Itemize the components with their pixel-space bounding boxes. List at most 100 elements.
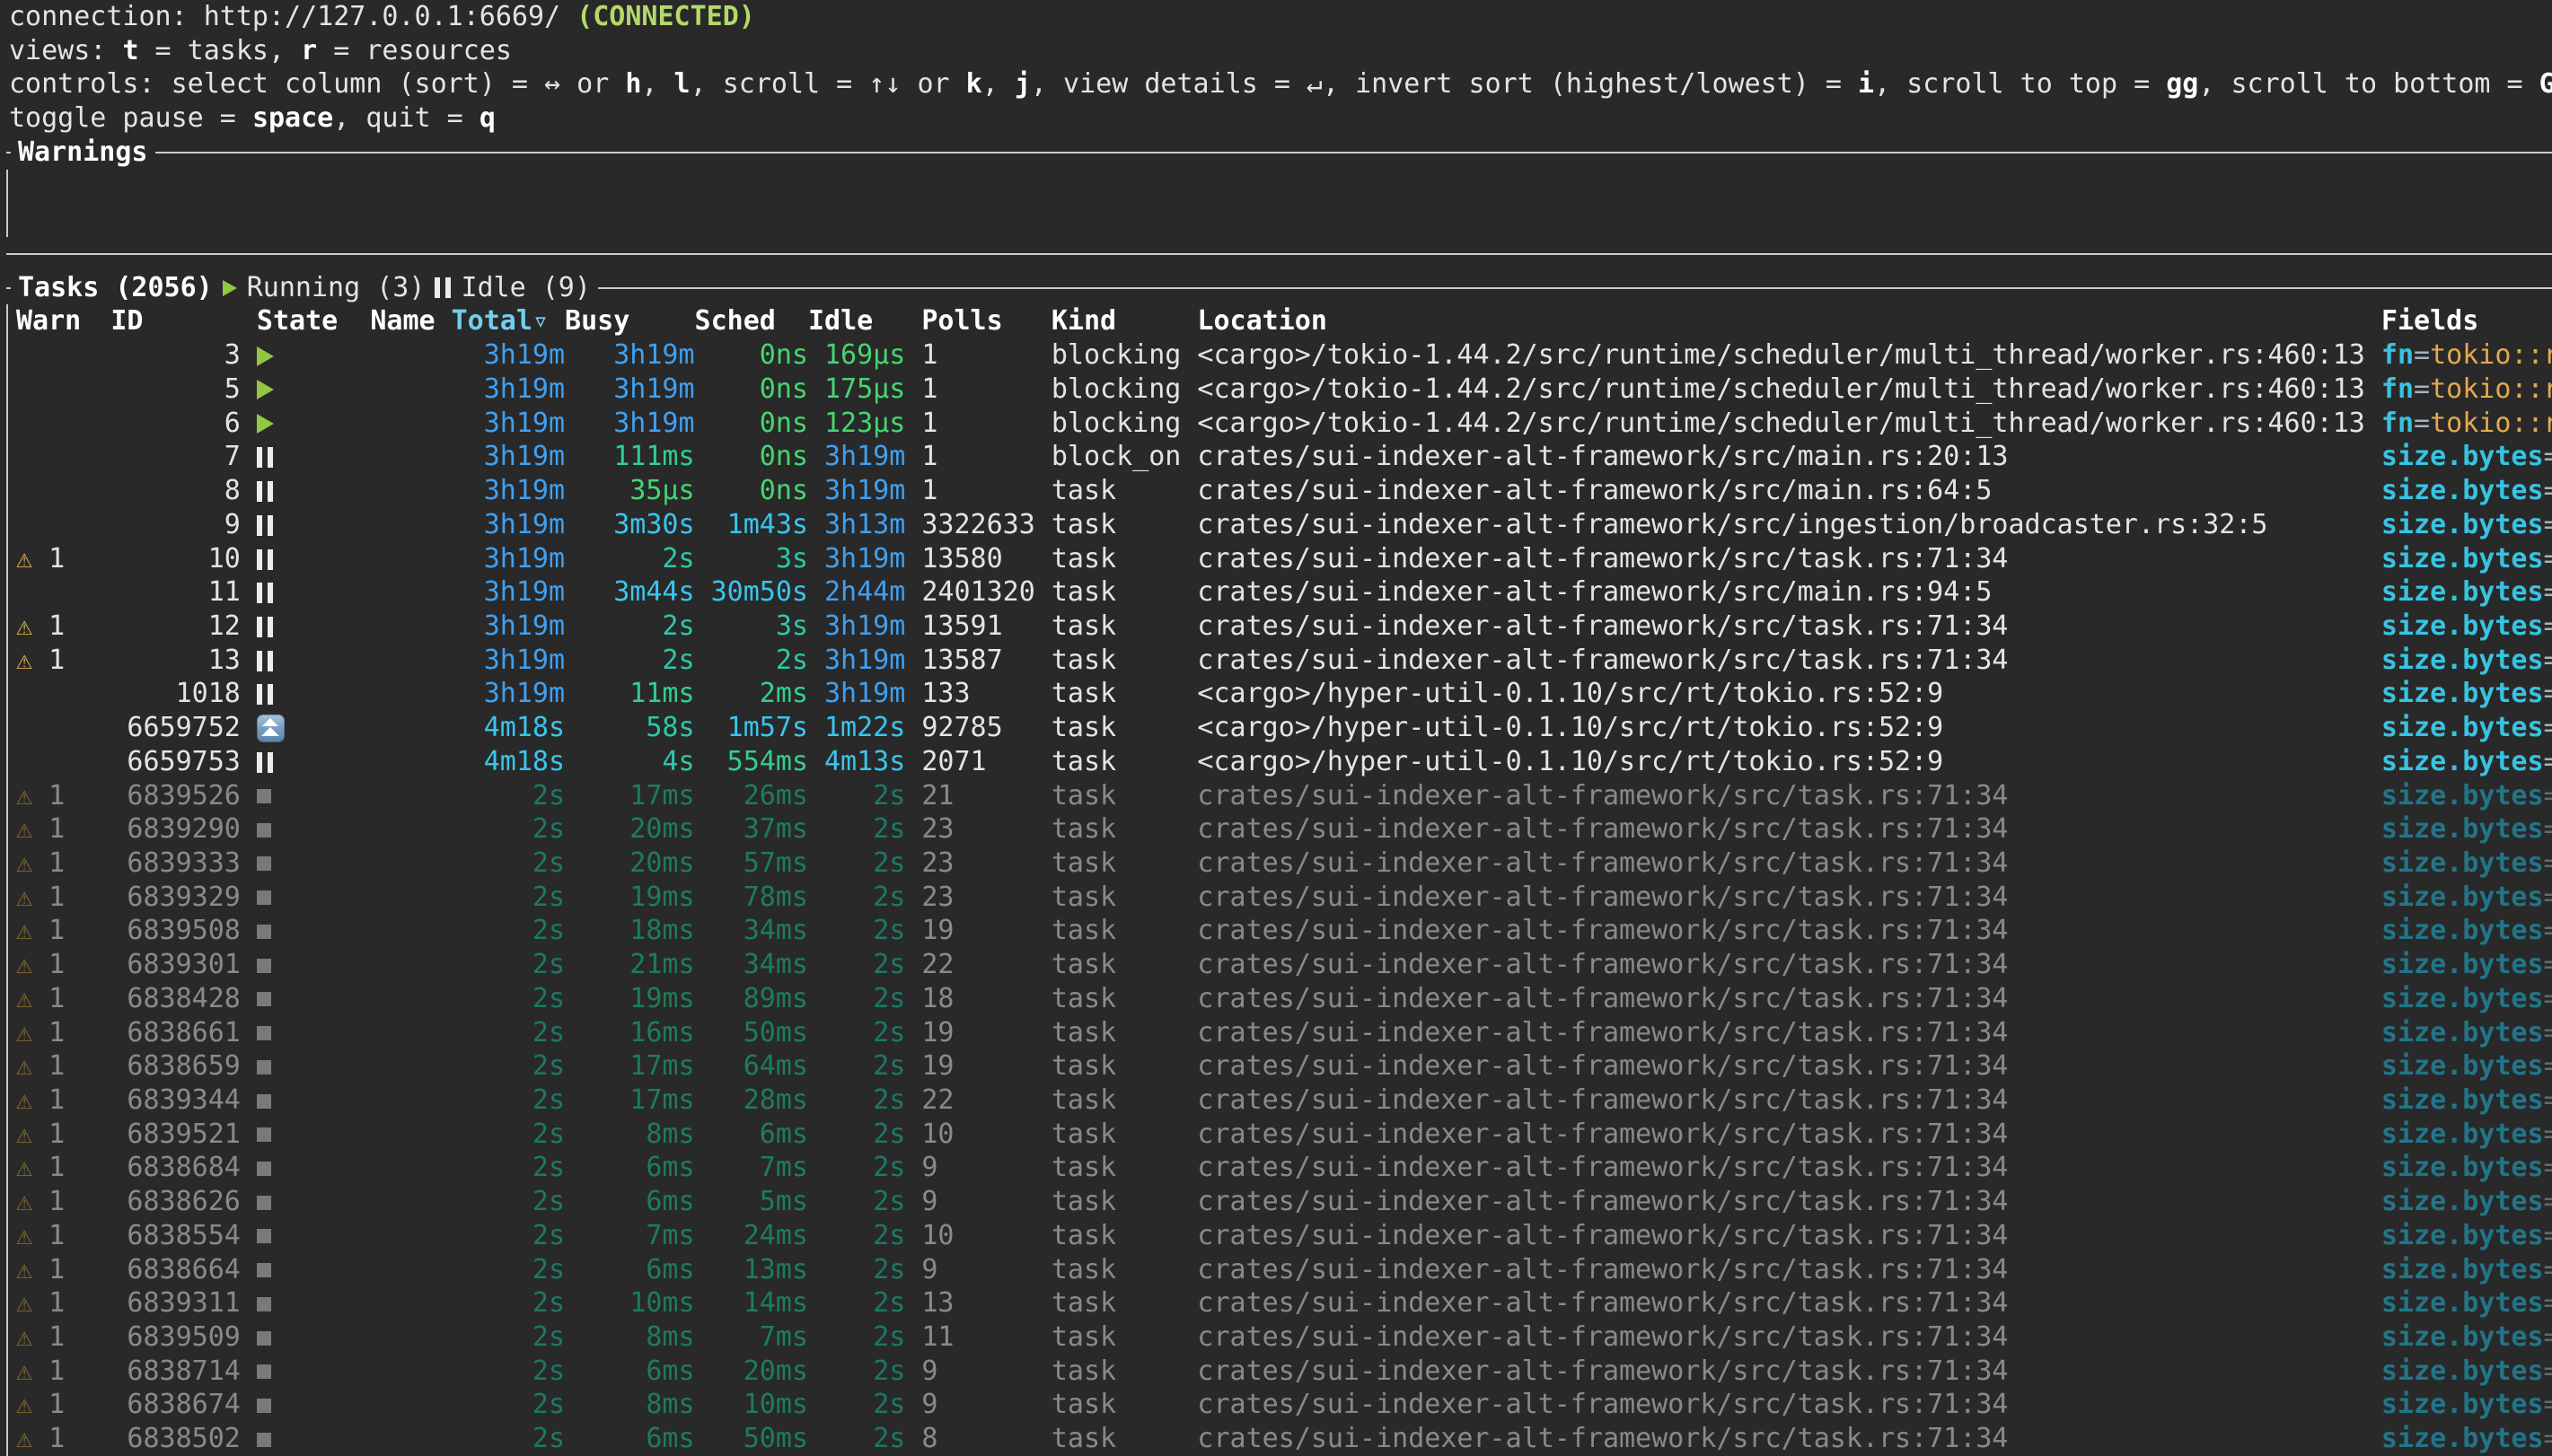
cell-location: crates/sui-indexer-alt-framework/src/tas…	[1197, 1049, 2380, 1083]
column-header-total-sorted[interactable]: Total▿	[452, 304, 565, 338]
task-row[interactable]: ⚠ 168395262s17ms26ms2s21taskcrates/sui-i…	[13, 779, 2552, 813]
pause-icon	[257, 616, 273, 637]
duration-value: 3h19m	[484, 408, 565, 439]
field-key: size.bytes	[2381, 949, 2544, 980]
column-header-state[interactable]: State	[241, 304, 370, 338]
cell-busy: 16ms	[565, 1016, 694, 1050]
border-line	[6, 253, 2552, 255]
task-row[interactable]: ⚠ 168392902s20ms37ms2s23taskcrates/sui-i…	[13, 812, 2552, 846]
task-row[interactable]: 53h19m3h19m0ns175µs1blocking<cargo>/toki…	[13, 373, 2552, 407]
cell-busy: 35µs	[565, 474, 694, 508]
completed-icon	[257, 1297, 271, 1311]
task-row[interactable]: ⚠ 168393332s20ms57ms2s23taskcrates/sui-i…	[13, 846, 2552, 881]
task-row[interactable]: 66597524m18s58s1m57s1m22s92785task<cargo…	[13, 711, 2552, 745]
field-key: size.bytes	[2381, 509, 2544, 540]
task-row[interactable]: 73h19m111ms0ns3h19m1block_oncrates/sui-i…	[13, 440, 2552, 474]
task-row[interactable]: ⚠ 168385022s6ms50ms2s8taskcrates/sui-ind…	[13, 1422, 2552, 1456]
field-equals: =	[2544, 712, 2552, 743]
cell-sched: 7ms	[695, 1320, 808, 1355]
running-icon	[223, 280, 237, 296]
task-row[interactable]: 113h19m3m44s30m50s2h44m2401320taskcrates…	[13, 575, 2552, 610]
column-header-sched[interactable]: Sched	[695, 304, 808, 338]
task-row[interactable]: 10183h19m11ms2ms3h19m133task<cargo>/hype…	[13, 677, 2552, 711]
cell-sched: 28ms	[695, 1083, 808, 1118]
duration-value: 2s	[873, 1254, 905, 1285]
task-row[interactable]: 33h19m3h19m0ns169µs1blocking<cargo>/toki…	[13, 338, 2552, 373]
cell-location: crates/sui-indexer-alt-framework/src/tas…	[1197, 982, 2380, 1016]
duration-value: 3h19m	[484, 543, 565, 575]
cell-fields: size.bytes=	[2381, 1286, 2552, 1320]
task-row[interactable]: ⚠ 168386642s6ms13ms2s9taskcrates/sui-ind…	[13, 1253, 2552, 1287]
column-header-kind[interactable]: Kind	[1052, 304, 1198, 338]
field-key: size.bytes	[2381, 881, 2544, 913]
task-row[interactable]: ⚠ 168386842s6ms7ms2s9taskcrates/sui-inde…	[13, 1151, 2552, 1185]
duration-value: 8ms	[646, 1389, 694, 1420]
cell-polls: 9	[905, 1355, 1052, 1389]
completed-icon	[257, 789, 271, 803]
task-row[interactable]: ⚠ 1123h19m2s3s3h19m13591taskcrates/sui-i…	[13, 610, 2552, 644]
task-row[interactable]: ⚠ 168386262s6ms5ms2s9taskcrates/sui-inde…	[13, 1185, 2552, 1219]
empty-line	[13, 203, 2552, 237]
column-header-polls[interactable]: Polls	[905, 304, 1052, 338]
cell-location: crates/sui-indexer-alt-framework/src/tas…	[1197, 948, 2380, 982]
task-row[interactable]: ⚠ 168386612s16ms50ms2s19taskcrates/sui-i…	[13, 1016, 2552, 1050]
task-row[interactable]: ⚠ 168386592s17ms64ms2s19taskcrates/sui-i…	[13, 1049, 2552, 1083]
task-row[interactable]: ⚠ 168395082s18ms34ms2s19taskcrates/sui-i…	[13, 914, 2552, 948]
cell-total: 2s	[452, 812, 565, 846]
task-row[interactable]: ⚠ 168393442s17ms28ms2s22taskcrates/sui-i…	[13, 1083, 2552, 1118]
cell-location: crates/sui-indexer-alt-framework/src/tas…	[1197, 1185, 2380, 1219]
task-row[interactable]: ⚠ 1133h19m2s2s3h19m13587taskcrates/sui-i…	[13, 644, 2552, 678]
task-row[interactable]: ⚠ 168387142s6ms20ms2s9taskcrates/sui-ind…	[13, 1355, 2552, 1389]
column-header-name[interactable]: Name	[370, 304, 451, 338]
cell-kind: task	[1052, 1253, 1198, 1287]
task-row[interactable]: 63h19m3h19m0ns123µs1blocking<cargo>/toki…	[13, 407, 2552, 441]
column-header-busy[interactable]: Busy	[565, 304, 694, 338]
task-row[interactable]: 83h19m35µs0ns3h19m1taskcrates/sui-indexe…	[13, 474, 2552, 508]
duration-value: 2s	[532, 1152, 565, 1183]
cell-busy: 6ms	[565, 1253, 694, 1287]
column-header-location[interactable]: Location	[1197, 304, 2380, 338]
task-row[interactable]: ⚠ 168384282s19ms89ms2s18taskcrates/sui-i…	[13, 982, 2552, 1016]
cell-kind: task	[1052, 846, 1198, 881]
cell-busy: 20ms	[565, 812, 694, 846]
task-row[interactable]: 93h19m3m30s1m43s3h13m3322633taskcrates/s…	[13, 508, 2552, 542]
warning-icon: ⚠	[16, 543, 32, 575]
column-header-fields[interactable]: Fields	[2381, 304, 2552, 338]
task-row[interactable]: ⚠ 168393292s19ms78ms2s23taskcrates/sui-i…	[13, 881, 2552, 915]
cell-name	[370, 610, 451, 644]
task-row[interactable]: ⚠ 168393012s21ms34ms2s22taskcrates/sui-i…	[13, 948, 2552, 982]
duration-value: 11ms	[629, 678, 694, 709]
completed-icon	[257, 1060, 271, 1074]
cell-busy: 2s	[565, 542, 694, 576]
task-row[interactable]: 66597534m18s4s554ms4m13s2071task<cargo>/…	[13, 745, 2552, 779]
column-header-idle[interactable]: Idle	[808, 304, 905, 338]
cell-state	[241, 1320, 370, 1355]
column-header-warn[interactable]: Warn	[13, 304, 110, 338]
cell-idle: 2s	[808, 779, 905, 813]
column-header-id[interactable]: ID	[110, 304, 240, 338]
text-segment: gg	[2166, 68, 2198, 100]
cell-name	[370, 779, 451, 813]
cell-idle: 2s	[808, 846, 905, 881]
connection-status: (CONNECTED)	[576, 1, 755, 32]
cell-total: 3h19m	[452, 610, 565, 644]
task-row[interactable]: ⚠ 1103h19m2s3s3h19m13580taskcrates/sui-i…	[13, 542, 2552, 576]
task-row[interactable]: ⚠ 168395212s8ms6ms2s10taskcrates/sui-ind…	[13, 1118, 2552, 1152]
task-row[interactable]: ⚠ 168385542s7ms24ms2s10taskcrates/sui-in…	[13, 1219, 2552, 1253]
cell-total: 2s	[452, 1049, 565, 1083]
task-row[interactable]: ⚠ 168395092s8ms7ms2s11taskcrates/sui-ind…	[13, 1320, 2552, 1355]
duration-value: 2h44m	[824, 576, 905, 608]
cell-name	[370, 1185, 451, 1219]
cell-task-id: 6839311	[110, 1286, 240, 1320]
warning-icon: ⚠	[16, 610, 32, 642]
cell-warn: ⚠ 1	[13, 881, 110, 915]
duration-value: 3h19m	[484, 610, 565, 642]
cell-idle: 2s	[808, 1118, 905, 1152]
completed-icon	[257, 1162, 271, 1176]
task-row[interactable]: ⚠ 168386742s8ms10ms2s9taskcrates/sui-ind…	[13, 1388, 2552, 1422]
terminal[interactable]: { "colors": { "background": "#292929", "…	[0, 0, 2552, 1456]
duration-value: 18ms	[629, 915, 694, 946]
cell-location: crates/sui-indexer-alt-framework/src/ing…	[1197, 508, 2380, 542]
field-equals: =	[2544, 1321, 2552, 1353]
task-row[interactable]: ⚠ 168393112s10ms14ms2s13taskcrates/sui-i…	[13, 1286, 2552, 1320]
